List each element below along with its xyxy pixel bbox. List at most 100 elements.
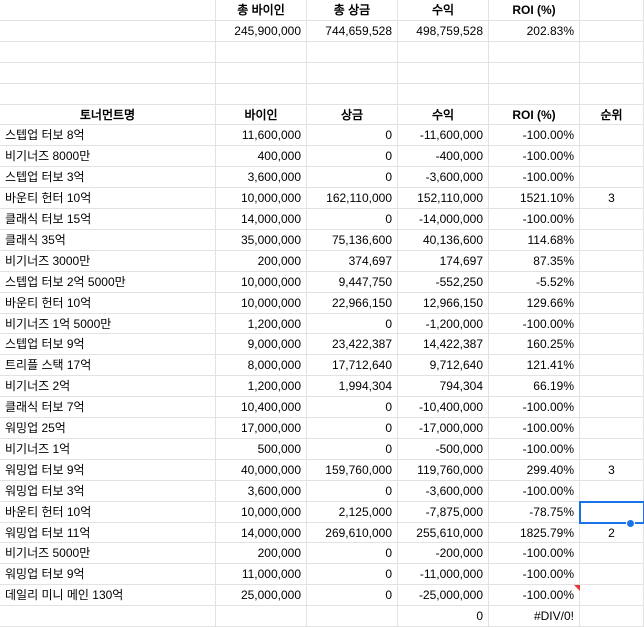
table-cell-roi[interactable]: -100.00% xyxy=(489,439,580,460)
table-cell-tournament[interactable]: 스텝업 터보 9억 xyxy=(0,334,216,355)
total-row-cell-tournament[interactable] xyxy=(0,606,216,627)
table-cell-profit[interactable]: 255,610,000 xyxy=(398,523,489,543)
table-cell-roi[interactable]: -100.00% xyxy=(489,209,580,230)
table-cell-prize[interactable]: 162,110,000 xyxy=(307,188,398,209)
table-cell-buyin[interactable]: 14,000,000 xyxy=(216,209,307,230)
table-cell-roi[interactable]: 121.41% xyxy=(489,355,580,376)
empty-cell[interactable] xyxy=(489,42,580,63)
table-cell-rank[interactable] xyxy=(580,376,644,397)
table-cell-rank[interactable] xyxy=(580,314,644,334)
summary-header-buyin[interactable]: 총 바이인 xyxy=(216,0,307,21)
table-cell-profit[interactable]: -11,600,000 xyxy=(398,125,489,146)
table-cell-buyin[interactable]: 10,000,000 xyxy=(216,502,307,523)
table-cell-tournament[interactable]: 비기너즈 2억 xyxy=(0,376,216,397)
summary-header-roi[interactable]: ROI (%) xyxy=(489,0,580,21)
table-cell-buyin[interactable]: 25,000,000 xyxy=(216,585,307,606)
table-cell-profit[interactable]: 152,110,000 xyxy=(398,188,489,209)
summary-header-profit[interactable]: 수익 xyxy=(398,0,489,21)
table-cell-tournament[interactable]: 클래식 35억 xyxy=(0,230,216,251)
table-cell-profit[interactable]: -7,875,000 xyxy=(398,502,489,523)
table-cell-tournament[interactable]: 비기너즈 1억 xyxy=(0,439,216,460)
summary-value-prize[interactable]: 744,659,528 xyxy=(307,21,398,42)
empty-cell[interactable] xyxy=(398,42,489,63)
summary-value-roi[interactable]: 202.83% xyxy=(489,21,580,42)
table-cell-rank[interactable] xyxy=(580,251,644,272)
table-cell-prize[interactable]: 22,966,150 xyxy=(307,293,398,314)
table-cell-buyin[interactable]: 35,000,000 xyxy=(216,230,307,251)
table-cell-buyin[interactable]: 9,000,000 xyxy=(216,334,307,355)
table-cell-buyin[interactable]: 200,000 xyxy=(216,251,307,272)
empty-cell[interactable] xyxy=(489,63,580,84)
table-cell-profit[interactable]: -25,000,000 xyxy=(398,585,489,606)
table-cell-prize[interactable]: 0 xyxy=(307,585,398,606)
table-cell-profit[interactable]: 9,712,640 xyxy=(398,355,489,376)
total-row-cell-roi[interactable]: #DIV/0! xyxy=(489,606,580,627)
table-cell-buyin[interactable]: 1,200,000 xyxy=(216,314,307,334)
table-cell-roi[interactable]: -100.00% xyxy=(489,585,580,606)
table-cell-tournament[interactable]: 클래식 터보 15억 xyxy=(0,209,216,230)
table-cell-rank[interactable] xyxy=(580,355,644,376)
spreadsheet-grid[interactable]: 총 바이인 총 상금 수익 ROI (%) 245,900,000 744,659,528… xyxy=(0,0,644,627)
table-cell-roi[interactable]: 114.68% xyxy=(489,230,580,251)
table-cell-buyin[interactable]: 8,000,000 xyxy=(216,355,307,376)
table-cell-tournament[interactable]: 워밍업 터보 9억 xyxy=(0,460,216,481)
table-cell-tournament[interactable]: 비기너즈 8000만 xyxy=(0,146,216,167)
table-cell-roi[interactable]: 1521.10% xyxy=(489,188,580,209)
comment-marker-icon[interactable] xyxy=(574,585,580,591)
table-cell-profit[interactable]: -1,200,000 xyxy=(398,314,489,334)
column-header-tournament[interactable]: 토너먼트명 xyxy=(0,105,216,125)
table-cell-profit[interactable]: -14,000,000 xyxy=(398,209,489,230)
table-cell-profit[interactable]: 119,760,000 xyxy=(398,460,489,481)
table-cell-roi[interactable]: -100.00% xyxy=(489,543,580,564)
empty-cell[interactable] xyxy=(580,63,644,84)
column-header-prize[interactable]: 상금 xyxy=(307,105,398,125)
table-cell-tournament[interactable]: 비기너즈 5000만 xyxy=(0,543,216,564)
table-cell-buyin[interactable]: 200,000 xyxy=(216,543,307,564)
empty-cell[interactable] xyxy=(0,84,216,105)
table-cell-roi[interactable]: 66.19% xyxy=(489,376,580,397)
selected-cell[interactable] xyxy=(579,501,644,524)
table-cell-roi[interactable]: -5.52% xyxy=(489,272,580,293)
table-cell-rank[interactable] xyxy=(580,125,644,146)
table-cell-rank[interactable] xyxy=(580,564,644,585)
table-cell-prize[interactable]: 0 xyxy=(307,125,398,146)
table-cell-tournament[interactable]: 워밍업 터보 11억 xyxy=(0,523,216,543)
table-cell-buyin[interactable]: 14,000,000 xyxy=(216,523,307,543)
table-cell-roi[interactable]: -78.75% xyxy=(489,502,580,523)
table-cell-tournament[interactable]: 트리플 스택 17억 xyxy=(0,355,216,376)
empty-cell[interactable] xyxy=(0,63,216,84)
table-cell-tournament[interactable]: 워밍업 터보 9억 xyxy=(0,564,216,585)
table-cell-rank[interactable] xyxy=(580,293,644,314)
table-cell-profit[interactable]: 794,304 xyxy=(398,376,489,397)
table-cell-roi[interactable]: -100.00% xyxy=(489,314,580,334)
empty-cell[interactable] xyxy=(216,63,307,84)
table-cell-rank[interactable] xyxy=(580,585,644,606)
table-cell-prize[interactable]: 0 xyxy=(307,397,398,418)
table-cell-prize[interactable]: 2,125,000 xyxy=(307,502,398,523)
empty-cell[interactable] xyxy=(489,84,580,105)
table-cell-profit[interactable]: 12,966,150 xyxy=(398,293,489,314)
total-row-cell-rank[interactable] xyxy=(580,606,644,627)
table-cell-roi[interactable]: -100.00% xyxy=(489,167,580,188)
empty-cell[interactable] xyxy=(580,0,644,21)
table-cell-prize[interactable]: 0 xyxy=(307,167,398,188)
table-cell-profit[interactable]: -3,600,000 xyxy=(398,481,489,502)
column-header-buyin[interactable]: 바이인 xyxy=(216,105,307,125)
table-cell-roi[interactable]: -100.00% xyxy=(489,397,580,418)
table-cell-prize[interactable]: 0 xyxy=(307,418,398,439)
table-cell-roi[interactable]: -100.00% xyxy=(489,564,580,585)
summary-value-profit[interactable]: 498,759,528 xyxy=(398,21,489,42)
table-cell-profit[interactable]: 174,697 xyxy=(398,251,489,272)
table-cell-buyin[interactable]: 40,000,000 xyxy=(216,460,307,481)
empty-cell[interactable] xyxy=(0,42,216,63)
table-cell-prize[interactable]: 9,447,750 xyxy=(307,272,398,293)
table-cell-rank[interactable]: 3 xyxy=(580,460,644,481)
table-cell-prize[interactable]: 75,136,600 xyxy=(307,230,398,251)
table-cell-rank[interactable]: 2 xyxy=(580,523,644,543)
table-cell-roi[interactable]: 87.35% xyxy=(489,251,580,272)
empty-cell[interactable] xyxy=(398,63,489,84)
table-cell-roi[interactable]: 160.25% xyxy=(489,334,580,355)
empty-cell[interactable] xyxy=(307,84,398,105)
empty-cell[interactable] xyxy=(307,63,398,84)
table-cell-tournament[interactable]: 클래식 터보 7억 xyxy=(0,397,216,418)
